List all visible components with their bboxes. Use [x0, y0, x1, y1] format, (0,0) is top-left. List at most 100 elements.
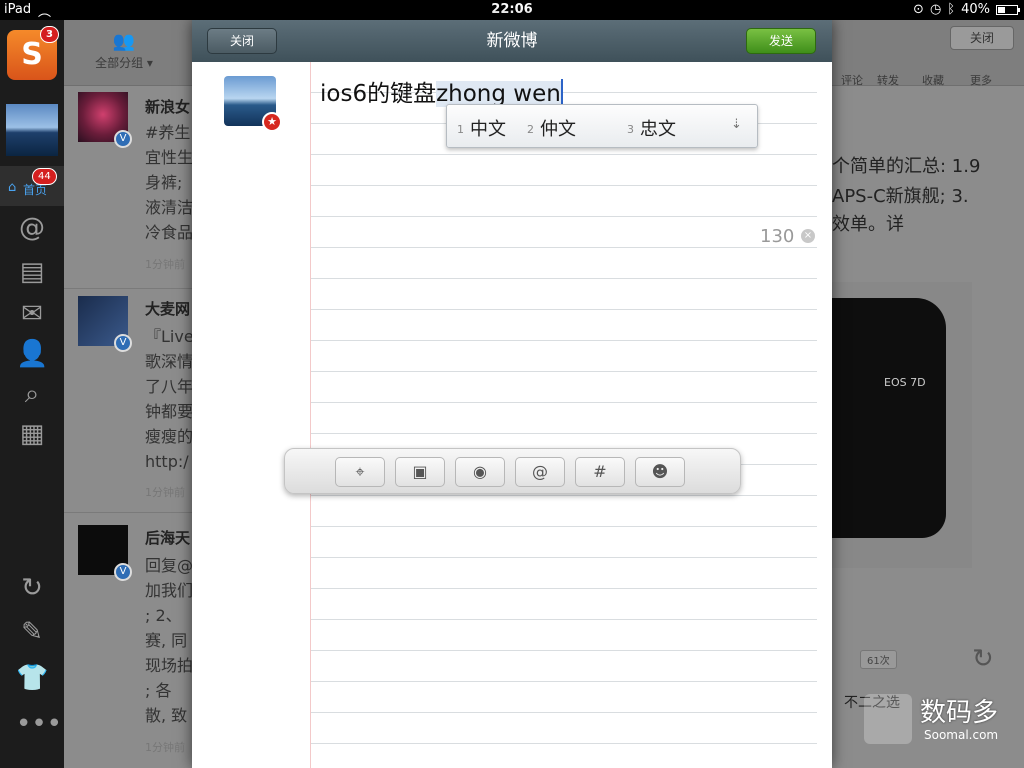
- post-text-line: 『Live: [145, 327, 194, 346]
- profile-avatar[interactable]: [6, 104, 58, 156]
- post-text-line: ; 各: [145, 681, 172, 700]
- post-text-line: http:/: [145, 452, 189, 471]
- profile-icon[interactable]: 👤: [16, 338, 48, 370]
- group-label: 全部分组 ▾: [95, 56, 153, 70]
- favorite-action[interactable]: 收藏: [913, 72, 953, 88]
- repost-action[interactable]: 转发: [868, 72, 908, 88]
- status-bar: iPad ︵ 22:06 ⊙ ◷ ᛒ 40%: [0, 0, 1024, 20]
- app-badge: 3: [40, 26, 59, 43]
- post-image[interactable]: [832, 282, 972, 568]
- app-logo[interactable]: S 3: [7, 26, 59, 80]
- post-author[interactable]: 大麦网: [145, 298, 190, 319]
- compose-toolbar: ⌖ ▣ ◉ @ # ☻: [284, 448, 741, 494]
- post-text-line: 液清洁: [145, 198, 194, 217]
- home-badge: 44: [32, 168, 57, 185]
- post-time: 1分钟前: [145, 258, 185, 271]
- search-icon[interactable]: ⌕: [16, 378, 48, 410]
- post-text-line: 加我们: [145, 581, 194, 600]
- post-text-line: 歌深情: [145, 352, 194, 371]
- emoji-icon[interactable]: ☻: [635, 457, 685, 487]
- vip-badge-icon: ★: [262, 112, 282, 132]
- more-icon[interactable]: •••: [16, 708, 62, 740]
- post-text-line: 了八年: [145, 377, 194, 396]
- post-text-line: 散, 致: [145, 706, 188, 725]
- ime-candidate-bar: 1 中文 2 仲文 3 忠文 ⇣: [446, 104, 758, 148]
- home-icon: ⌂: [8, 180, 17, 195]
- close-button[interactable]: 关闭: [207, 28, 277, 54]
- topic-icon[interactable]: #: [575, 457, 625, 487]
- apps-grid-icon[interactable]: ▦: [16, 418, 48, 450]
- compose-modal: 新微博 关闭 发送 ★ ios6的键盘zhong wen 1 中文 2 仲文 3 忠文…: [192, 20, 832, 768]
- rotation-lock-icon: ⊙: [913, 2, 924, 17]
- refresh-icon[interactable]: ↻: [16, 572, 48, 604]
- mention-icon[interactable]: @: [515, 457, 565, 487]
- comment-icon[interactable]: ▤: [16, 256, 48, 288]
- detail-pane: 评论 转发 收藏 更多 个简单的汇总: 1.9 APS-C新旗舰; 3. 效单。…: [832, 20, 1024, 768]
- post-time: 1分钟前: [145, 741, 185, 754]
- post-text-line: #养生: [145, 123, 191, 142]
- text-caret: [560, 79, 563, 107]
- expand-candidates-icon[interactable]: ⇣: [731, 117, 742, 132]
- committed-text: ios6的键盘: [320, 81, 437, 107]
- post-text-line: 身裤;: [145, 173, 183, 192]
- divider: [64, 288, 192, 289]
- theme-icon[interactable]: 👕: [16, 662, 48, 694]
- battery-percent: 40%: [961, 2, 990, 17]
- post-time: 1分钟前: [145, 486, 185, 499]
- detail-text-line: APS-C新旗舰; 3.: [832, 186, 969, 207]
- mention-icon[interactable]: @: [16, 212, 48, 244]
- bluetooth-icon: ᛒ: [947, 2, 956, 17]
- status-right: ⊙ ◷ ᛒ 40%: [913, 2, 1020, 17]
- camera-body: [832, 298, 946, 538]
- location-icon[interactable]: ⌖: [335, 457, 385, 487]
- group-icon: 👥: [112, 31, 136, 52]
- sidebar: S 3 ⌂ 首页 44 @ ▤ ✉ 👤 ⌕ ▦ ↻ ✎ 👕 •••: [0, 20, 64, 768]
- battery-icon: [996, 4, 1020, 15]
- post-text-line: 赛, 同: [145, 631, 188, 650]
- post-author[interactable]: 新浪女: [145, 96, 190, 117]
- group-selector[interactable]: 👥 全部分组 ▾: [84, 30, 164, 71]
- image-icon[interactable]: ▣: [395, 457, 445, 487]
- compose-input[interactable]: ios6的键盘zhong wen: [320, 74, 563, 108]
- post-text-line: 瘦瘦的: [145, 427, 194, 446]
- alarm-icon: ◷: [929, 2, 942, 17]
- camera-icon[interactable]: ◉: [455, 457, 505, 487]
- watermark-url: Soomal.com: [924, 728, 999, 742]
- camera-label: EOS 7D: [884, 376, 926, 389]
- divider: [64, 512, 192, 513]
- compose-icon[interactable]: ✎: [16, 616, 48, 648]
- detail-text-line: 效单。详: [832, 214, 904, 235]
- message-icon[interactable]: ✉: [16, 298, 48, 330]
- clock: 22:06: [491, 2, 533, 17]
- clear-text-icon[interactable]: ×: [801, 229, 815, 243]
- repost-count: 61次: [860, 650, 897, 669]
- post-text-line: 回复@: [145, 556, 194, 575]
- post-text-line: 冷食品: [145, 223, 194, 242]
- post-text-line: 宜性生: [145, 148, 194, 167]
- post-text-line: 钟都要: [145, 402, 194, 421]
- verified-badge-icon: V: [114, 130, 132, 148]
- char-counter: 130: [760, 226, 795, 247]
- margin-line: [310, 62, 311, 768]
- watermark: 数码多 Soomal.com: [864, 690, 1014, 748]
- compose-paper[interactable]: [311, 62, 817, 768]
- verified-badge-icon: V: [114, 334, 132, 352]
- comment-action[interactable]: 评论: [832, 72, 872, 88]
- ime-candidate[interactable]: 1 中文: [457, 115, 506, 141]
- post-text-line: 现场拍: [145, 656, 194, 675]
- detail-text-line: 个简单的汇总: 1.9: [832, 156, 981, 177]
- post-author[interactable]: 后海天: [145, 527, 190, 548]
- avatar: ★: [224, 76, 282, 132]
- watermark-logo: [864, 694, 912, 744]
- post-text-line: ; 2、: [145, 606, 182, 625]
- verified-badge-icon: V: [114, 563, 132, 581]
- sidebar-item-home[interactable]: ⌂ 首页 44: [0, 166, 64, 206]
- watermark-text: 数码多: [920, 698, 999, 728]
- compose-title: 新微博: [486, 31, 538, 51]
- ime-candidate[interactable]: 2 仲文: [527, 115, 576, 141]
- send-button[interactable]: 发送: [746, 28, 816, 54]
- more-action[interactable]: 更多: [961, 72, 1001, 88]
- ime-candidate[interactable]: 3 忠文: [627, 115, 676, 141]
- refresh-icon[interactable]: ↻: [972, 644, 994, 674]
- battery-fill: [998, 6, 1005, 13]
